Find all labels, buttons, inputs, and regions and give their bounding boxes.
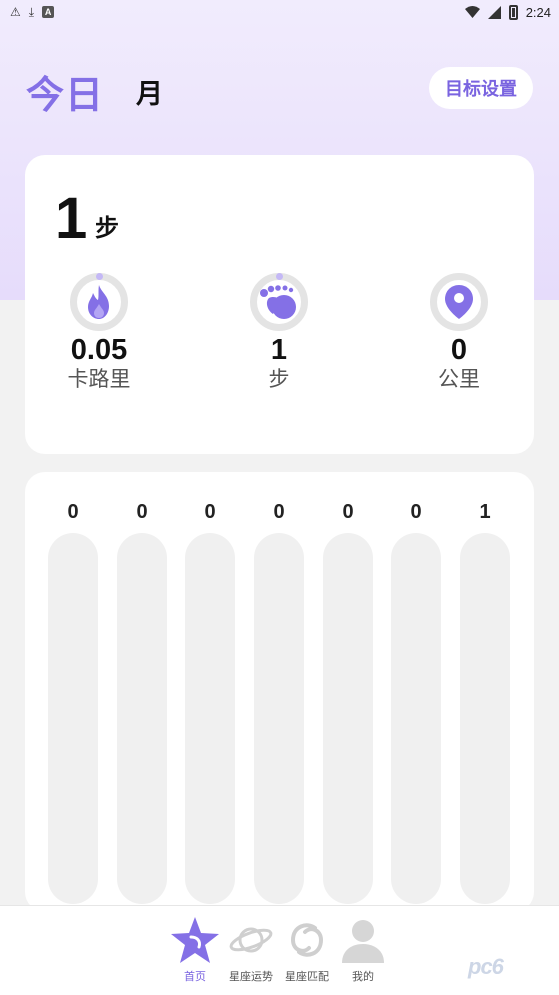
status-right: 2:24: [464, 4, 551, 20]
steps-label: 步: [268, 368, 290, 391]
bar-column: 1: [460, 500, 510, 904]
bar-column: 0: [185, 500, 235, 904]
steps-ring: [250, 273, 308, 331]
bar-value-label: 0: [273, 501, 285, 523]
ring-progress-dot: [95, 273, 103, 280]
calories-metric: 0.05 卡路里: [39, 273, 159, 393]
goal-settings-button[interactable]: 目标设置: [429, 67, 533, 109]
distance-value: 0: [450, 334, 468, 366]
bar-track: [323, 533, 373, 904]
footprint-icon: [260, 285, 296, 319]
header: 今日 月 目标设置: [0, 60, 559, 119]
distance-metric: 0 公里: [399, 273, 519, 393]
download-icon: ⤓: [28, 5, 35, 19]
star-icon: [171, 917, 219, 963]
nav-icon-wrap: [334, 914, 392, 966]
bar-value-label: 0: [136, 501, 148, 523]
bar-value-label: 0: [410, 501, 422, 523]
bar-value-label: 0: [204, 501, 216, 523]
warning-icon: ⚠: [10, 5, 21, 19]
battery-icon: [508, 4, 518, 20]
nav-icon-wrap: [166, 914, 224, 966]
watermark-logo: pc6: [468, 954, 504, 979]
steps-value: 1: [270, 334, 288, 366]
bar-column: 0: [323, 500, 373, 904]
planet-icon: [229, 927, 273, 953]
tab-month[interactable]: 月: [136, 72, 163, 111]
nav-icon-wrap: [278, 914, 336, 966]
bar-track: [48, 533, 98, 904]
nav-label-profile: 我的: [352, 971, 374, 983]
bar-track: [391, 533, 441, 904]
bar-track: [117, 533, 167, 904]
bar-column: 0: [391, 500, 441, 904]
tab-today[interactable]: 今日: [26, 64, 104, 119]
calories-ring: [70, 273, 128, 331]
bar-track: [254, 533, 304, 904]
nav-label-home: 首页: [184, 971, 206, 983]
bottom-nav: 首页 星座运势 星座匹配 我的: [0, 905, 559, 995]
nav-icon-wrap: [222, 914, 280, 966]
nav-item-match[interactable]: 星座匹配: [278, 914, 336, 984]
nav-label-match: 星座匹配: [285, 971, 329, 983]
bar-column: 0: [48, 500, 98, 904]
location-pin-icon: [445, 285, 473, 319]
nav-item-horoscope[interactable]: 星座运势: [222, 914, 280, 984]
ring-progress-dot: [275, 273, 283, 280]
swirl-icon: [290, 923, 324, 957]
bar-value-label: 1: [479, 501, 491, 523]
bar-value-label: 0: [342, 501, 354, 523]
signal-icon: [487, 5, 501, 19]
summary-card: 1 步 0.05 卡路里 1 步 0 公里: [25, 155, 534, 454]
distance-ring: [430, 273, 488, 331]
bar-column: 0: [117, 500, 167, 904]
steps-metric: 1 步: [219, 273, 339, 393]
bar-value-label: 0: [67, 501, 79, 523]
nav-item-home[interactable]: 首页: [166, 914, 224, 984]
bar-track: [460, 533, 510, 904]
status-bar: ⚠ ⤓ A 2:24: [0, 0, 559, 24]
total-steps-unit: 步: [95, 215, 119, 242]
total-steps-value: 1: [55, 186, 88, 251]
status-time: 2:24: [525, 4, 551, 20]
calories-label: 卡路里: [67, 368, 131, 391]
bar-track: [185, 533, 235, 904]
status-left: ⚠ ⤓ A: [10, 5, 55, 19]
nav-item-profile[interactable]: 我的: [334, 914, 392, 984]
user-icon: [342, 920, 384, 963]
weekly-steps-chart: 0 0 0 0 0 0 1: [25, 472, 534, 912]
wifi-icon: [464, 6, 480, 18]
nav-label-horoscope: 星座运势: [229, 971, 273, 983]
app-icon: A: [42, 6, 55, 18]
flame-icon: [88, 285, 109, 319]
bar-column: 0: [254, 500, 304, 904]
distance-label: 公里: [438, 368, 480, 391]
calories-value: 0.05: [70, 334, 128, 366]
